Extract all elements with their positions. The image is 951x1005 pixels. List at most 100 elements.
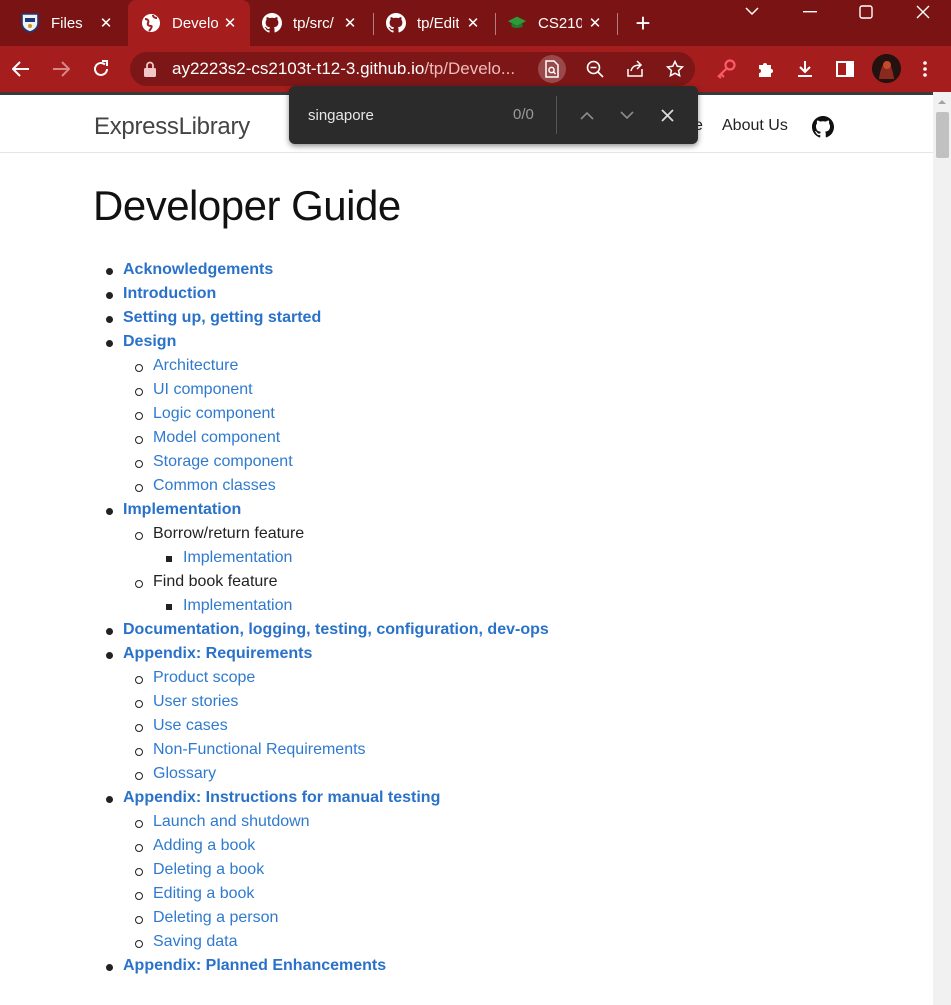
maximize-icon bbox=[859, 5, 873, 19]
toc-link[interactable]: Deleting a book bbox=[153, 861, 264, 878]
close-icon[interactable]: ✕ bbox=[96, 13, 116, 33]
toc-link[interactable]: Model component bbox=[153, 429, 280, 446]
toc-link[interactable]: Acknowledgements bbox=[123, 261, 273, 278]
toc-link[interactable]: Appendix: Instructions for manual testin… bbox=[123, 789, 440, 806]
toc-link[interactable]: Glossary bbox=[153, 765, 216, 782]
minimize-button[interactable] bbox=[782, 0, 838, 24]
toc-link[interactable]: Common classes bbox=[153, 477, 276, 494]
toc-link[interactable]: Implementation bbox=[123, 501, 241, 518]
graduation-cap-icon bbox=[507, 13, 527, 33]
lock-icon bbox=[143, 61, 159, 77]
toc-item: Appendix: Planned Enhancements bbox=[123, 956, 386, 976]
site-brand[interactable]: ExpressLibrary bbox=[94, 113, 250, 141]
page-scrollbar[interactable] bbox=[933, 92, 951, 1005]
tab-github-edit[interactable]: tp/Edit ✕ bbox=[375, 0, 493, 46]
tab-cs2103-title: CS210 bbox=[538, 14, 582, 32]
toc-item: Model component bbox=[153, 428, 280, 448]
page-viewport: ExpressLibrary e About Us Developer Guid… bbox=[0, 92, 933, 1005]
toc-link[interactable]: Implementation bbox=[183, 597, 292, 614]
list-bullet bbox=[135, 700, 143, 708]
tab-search-button[interactable] bbox=[724, 0, 780, 22]
tab-developer-guide-title: Develo bbox=[172, 14, 218, 32]
toc-link[interactable]: Adding a book bbox=[153, 837, 255, 854]
find-next-button[interactable] bbox=[615, 103, 639, 127]
close-icon[interactable]: ✕ bbox=[340, 13, 360, 33]
url-text[interactable]: ay2223s2-cs2103t-t12-3.github.io/tp/Deve… bbox=[172, 59, 532, 79]
toc-link[interactable]: Launch and shutdown bbox=[153, 813, 310, 830]
github-icon[interactable] bbox=[812, 116, 834, 138]
list-bullet bbox=[135, 364, 143, 372]
toc-item: Implementation bbox=[123, 500, 241, 520]
tab-developer-guide[interactable]: Develo ✕ bbox=[128, 0, 250, 46]
nav-link-about-us[interactable]: About Us bbox=[722, 117, 788, 135]
share-button[interactable] bbox=[621, 55, 649, 83]
toc-link[interactable]: Introduction bbox=[123, 285, 216, 302]
toc-item: Borrow/return feature bbox=[153, 524, 304, 544]
bookmark-button[interactable] bbox=[661, 55, 689, 83]
toc-link[interactable]: Storage component bbox=[153, 453, 293, 470]
toc-heading: Borrow/return feature bbox=[153, 525, 305, 542]
close-icon[interactable]: ✕ bbox=[585, 13, 605, 33]
new-tab-button[interactable]: + bbox=[630, 10, 656, 37]
maximize-button[interactable] bbox=[838, 0, 894, 24]
side-panel-button[interactable] bbox=[831, 55, 859, 83]
close-icon[interactable]: ✕ bbox=[463, 13, 483, 33]
side-panel-icon bbox=[836, 61, 854, 77]
toc-item: Use cases bbox=[153, 716, 228, 736]
toc-link[interactable]: Editing a book bbox=[153, 885, 254, 902]
find-close-button[interactable] bbox=[655, 103, 679, 127]
toc-link[interactable]: User stories bbox=[153, 693, 238, 710]
toc-link[interactable]: Logic component bbox=[153, 405, 275, 422]
list-bullet bbox=[135, 916, 143, 924]
toc-item: Common classes bbox=[153, 476, 276, 496]
find-previous-button[interactable] bbox=[575, 103, 599, 127]
tab-github-src[interactable]: tp/src/ ✕ bbox=[252, 0, 370, 46]
toc-link[interactable]: UI component bbox=[153, 381, 253, 398]
tab-files[interactable]: Files ✕ bbox=[8, 0, 126, 46]
zoom-button[interactable] bbox=[581, 55, 609, 83]
toc-link[interactable]: Documentation, logging, testing, configu… bbox=[123, 621, 549, 638]
extension-key-button[interactable] bbox=[712, 55, 740, 83]
extensions-button[interactable] bbox=[752, 55, 780, 83]
zoom-out-icon bbox=[586, 60, 604, 78]
toc-link[interactable]: Deleting a person bbox=[153, 909, 278, 926]
toc-link[interactable]: Appendix: Planned Enhancements bbox=[123, 957, 386, 974]
forward-button[interactable] bbox=[47, 55, 75, 83]
address-bar[interactable]: ay2223s2-cs2103t-t12-3.github.io/tp/Deve… bbox=[130, 52, 695, 86]
list-bullet bbox=[166, 556, 172, 562]
toc-link[interactable]: Setting up, getting started bbox=[123, 309, 321, 326]
list-bullet bbox=[135, 772, 143, 780]
tab-cs2103[interactable]: CS210 ✕ bbox=[497, 0, 615, 46]
list-bullet bbox=[106, 292, 113, 299]
find-in-page-button[interactable] bbox=[538, 55, 566, 83]
toc-item: Adding a book bbox=[153, 836, 255, 856]
scrollbar-thumb[interactable] bbox=[936, 112, 949, 158]
toc-link[interactable]: Implementation bbox=[183, 549, 292, 566]
toc-link[interactable]: Architecture bbox=[153, 357, 238, 374]
toc-link[interactable]: Product scope bbox=[153, 669, 255, 686]
find-bar: 0/0 bbox=[289, 86, 698, 144]
close-window-button[interactable] bbox=[895, 0, 951, 24]
reload-icon bbox=[94, 60, 108, 76]
toc-link[interactable]: Non-Functional Requirements bbox=[153, 741, 366, 758]
toc-item: Glossary bbox=[153, 764, 216, 784]
find-input[interactable] bbox=[308, 104, 498, 126]
profile-avatar[interactable] bbox=[872, 54, 901, 83]
toc-item: Launch and shutdown bbox=[153, 812, 310, 832]
chevron-down-icon bbox=[745, 7, 759, 15]
toc-link[interactable]: Use cases bbox=[153, 717, 228, 734]
reload-button[interactable] bbox=[87, 55, 115, 83]
back-button[interactable] bbox=[7, 55, 35, 83]
toc-link[interactable]: Appendix: Requirements bbox=[123, 645, 312, 662]
scroll-up-icon[interactable] bbox=[937, 97, 947, 107]
browser-menu-button[interactable] bbox=[911, 55, 939, 83]
downloads-button[interactable] bbox=[791, 55, 819, 83]
tab-separator bbox=[373, 13, 374, 35]
find-match-count: 0/0 bbox=[513, 106, 534, 123]
toc-link[interactable]: Saving data bbox=[153, 933, 238, 950]
star-icon bbox=[666, 60, 684, 78]
toc-item: Appendix: Instructions for manual testin… bbox=[123, 788, 440, 808]
list-bullet bbox=[135, 676, 143, 684]
toc-link[interactable]: Design bbox=[123, 333, 176, 350]
close-icon[interactable]: ✕ bbox=[220, 13, 240, 33]
